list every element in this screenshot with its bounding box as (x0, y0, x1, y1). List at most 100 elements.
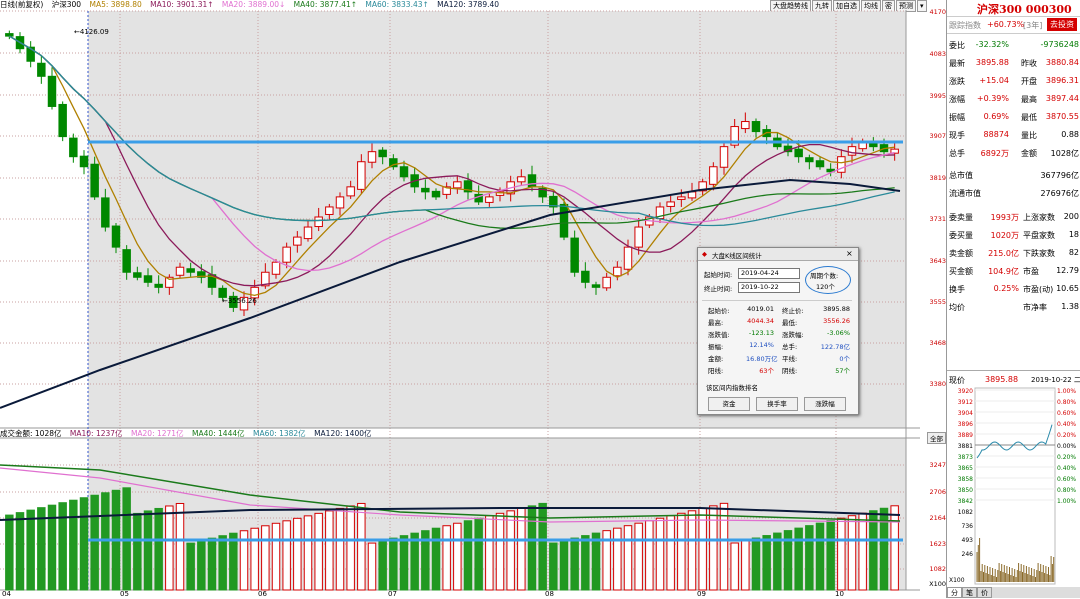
candle-body (559, 203, 569, 238)
candle-body (751, 121, 761, 133)
month-label: 09 (697, 590, 706, 598)
stat-value: 63个 (759, 367, 774, 375)
quote-row: 总手 6892万 金额 1028亿 (947, 144, 1080, 162)
mini-pct-tick: 1.00% (1057, 498, 1076, 505)
stat-label: 涨跌值: (708, 331, 730, 339)
price-tick: 3468 (929, 339, 946, 347)
quote-cell: 最新 (949, 59, 965, 68)
mini-unit: X100 (949, 577, 965, 584)
mini-vol-tick: 1082 (958, 509, 973, 516)
tab-price[interactable]: 价 (977, 587, 992, 598)
volume-bar (335, 507, 345, 591)
start-label: 起始时间: (704, 271, 733, 279)
stat-label: 总手: (782, 343, 798, 351)
track-period: [3年] (1023, 21, 1043, 30)
stat-value: 0个 (839, 355, 850, 363)
volume-all-dropdown[interactable]: 全部 (927, 432, 946, 444)
quote-cell: 卖金额 (949, 249, 973, 258)
quote-cell: 量比 (1021, 131, 1037, 140)
volume-bar (154, 507, 163, 591)
candle-body (805, 157, 814, 163)
end-date-input[interactable]: 2019-10-22 (738, 282, 800, 293)
period-value: 120个 (816, 283, 835, 291)
track-value: +60.73% (987, 20, 1025, 29)
change-rank-button[interactable]: 涨跌幅 (804, 397, 846, 411)
stat-value: 4019.01 (747, 305, 774, 313)
mini-pct-tick: 0.40% (1057, 465, 1076, 472)
candle-body (431, 190, 441, 198)
candle-body (485, 196, 494, 203)
quote-cell: 均价 (949, 303, 965, 312)
volume-bar (303, 515, 313, 591)
candle-body (527, 174, 537, 188)
volume-bar (282, 520, 291, 591)
quote-cell: 104.9亿 (988, 267, 1019, 276)
quote-cell: 18 (1068, 230, 1079, 239)
mini-price-tick: 3865 (958, 465, 973, 472)
candle-body (346, 186, 355, 197)
period-label: 周期个数: (810, 272, 839, 280)
candle-body (79, 155, 89, 168)
intraday-minichart[interactable]: 3920 1.00% 3912 0.80% 3904 0.60% 3896 0.40% 3889… (947, 386, 1080, 586)
volume-bar (655, 517, 665, 591)
mini-price-tick: 3904 (958, 410, 973, 417)
turnover-rank-button[interactable]: 换手率 (756, 397, 798, 411)
stat-value: 122.78亿 (820, 343, 850, 351)
candle-body (421, 187, 430, 193)
candle-body (741, 121, 750, 130)
volume-bar (346, 505, 355, 591)
mini-tabs: 分 笔 价 (947, 587, 1080, 598)
price-tick: 3380 (929, 380, 946, 388)
quote-cell: -9736248 (1040, 40, 1079, 49)
volume-bar (69, 499, 78, 591)
quote-cell: 换手 (949, 285, 965, 294)
price-tick: 3731 (929, 215, 946, 223)
stat-value: 3556.26 (823, 317, 850, 325)
volume-bar (37, 507, 46, 591)
dialog-title: 大盘K线区间统计 (712, 252, 762, 260)
mini-pct-tick: 0.60% (1057, 476, 1076, 483)
invest-button[interactable]: 去投资 (1047, 18, 1077, 31)
fund-rank-button[interactable]: 资金 (708, 397, 750, 411)
vol-tick: 2706 (929, 488, 946, 496)
tab-tick[interactable]: 笔 (962, 587, 977, 598)
candle-body (101, 197, 110, 228)
price-scale: 4170 4083 3995 3907 3819 3731 3643 3555 … (910, 0, 946, 590)
volume-bar (709, 505, 718, 591)
volume-bar (527, 505, 537, 591)
month-label: 10 (835, 590, 844, 598)
volume-bar (581, 535, 590, 591)
candle-body (122, 249, 131, 273)
quote-cell: 215.0亿 (988, 249, 1019, 258)
quote-cell: 下跌家数 (1023, 249, 1055, 258)
close-icon[interactable]: × (846, 249, 853, 258)
start-date-input[interactable]: 2019-04-24 (738, 268, 800, 279)
candle-body (335, 196, 345, 209)
quote-row: 涨跌 +15.04 开盘 3896.31 (947, 72, 1080, 90)
candle-body (154, 283, 163, 288)
quote-cell: 开盘 (1021, 77, 1037, 86)
high-annotation: ←4126.09 (74, 28, 109, 36)
quote-row: 换手 0.25% 市盈(动) 10.65 (947, 280, 1080, 298)
stat-label: 阴线: (782, 367, 798, 375)
mini-pct-tick: 0.00% (1057, 443, 1076, 450)
vol-ma60-label: MA60: 1382亿 (253, 429, 306, 438)
stat-value: 4044.34 (747, 317, 774, 325)
vol-ma20-label: MA20: 1271亿 (130, 429, 184, 438)
price-tick: 3555 (929, 298, 946, 306)
volume-bar (271, 522, 281, 591)
stat-label: 终止价: (782, 307, 804, 315)
candle-body (666, 201, 675, 207)
volume-bar (634, 522, 643, 591)
now-price: 3895.88 (985, 375, 1019, 384)
candle-body (90, 163, 99, 198)
volume-bar (805, 525, 814, 591)
month-label: 06 (258, 590, 267, 598)
volume-bar (325, 510, 334, 591)
vol-tick: 2164 (929, 514, 946, 522)
candle-body (581, 270, 590, 283)
candle-body (175, 266, 185, 276)
quote-cell: 367796亿 (1040, 171, 1079, 180)
volume-bar (773, 532, 782, 591)
tab-minute[interactable]: 分 (947, 587, 962, 598)
